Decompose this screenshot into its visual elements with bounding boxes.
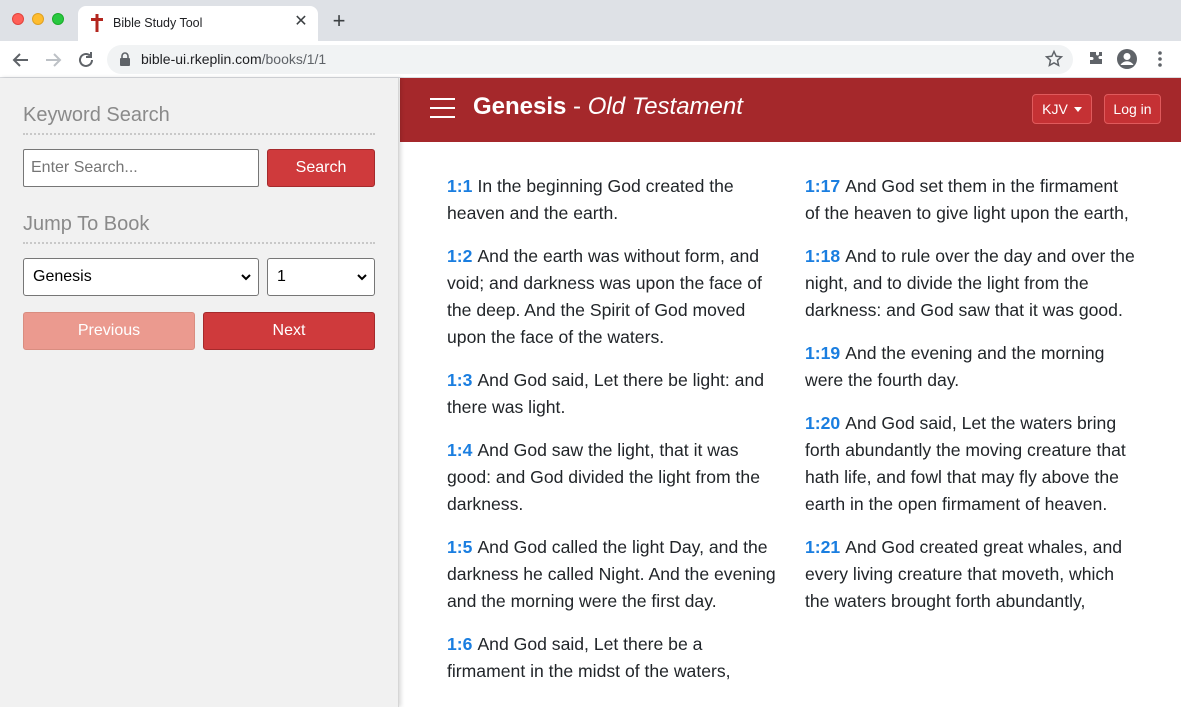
verse: 1:19 And the evening and the morning were… [805,340,1135,394]
bookmark-star-icon[interactable] [1044,49,1064,69]
page: Keyword Search Enter Search... Search Ju… [0,78,1181,707]
verse-column-right: 1:17 And God set them in the firmament of… [805,173,1135,631]
jump-to-book-heading: Jump To Book [23,213,375,244]
lock-icon [120,52,130,66]
verse-text: In the beginning God created the heaven … [447,176,734,223]
window-close-icon[interactable] [12,13,24,25]
verse-reference-link[interactable]: 1:21 [805,537,840,557]
previous-button[interactable]: Previous [23,312,195,350]
verse-text: And God created great whales, and every … [805,537,1123,611]
verse-reference-link[interactable]: 1:4 [447,440,472,460]
window-minimize-icon[interactable] [32,13,44,25]
back-icon[interactable] [10,49,32,71]
book-select[interactable]: Genesis [23,258,259,296]
book-header: Genesis - Old Testament KJV Log in [400,78,1181,142]
verse: 1:5 And God called the light Day, and the… [447,534,777,615]
cross-icon [91,14,103,32]
new-tab-icon[interactable]: + [329,10,349,32]
next-button[interactable]: Next [203,312,375,350]
window-zoom-icon[interactable] [52,13,64,25]
verse: 1:17 And God set them in the firmament of… [805,173,1135,227]
page-title: Genesis - Old Testament [473,93,743,121]
verse: 1:21 And God created great whales, and ev… [805,534,1135,615]
verse-text: And the earth was without form, and void… [447,246,762,347]
verse: 1:6 And God said, Let there be a firmamen… [447,631,777,685]
address-bar[interactable]: bible-ui.rkeplin.com/books/1/1 [107,45,1073,74]
tab-title: Bible Study Tool [113,16,203,30]
verse-reference-link[interactable]: 1:1 [447,176,472,196]
verse-text: And God set them in the firmament of the… [805,176,1129,223]
reload-icon[interactable] [75,49,97,71]
verse-column-left: 1:1 In the beginning God created the heav… [447,173,777,701]
search-button[interactable]: Search [267,149,375,187]
url-text: bible-ui.rkeplin.com/books/1/1 [141,51,326,67]
book-name: Genesis [473,93,567,120]
url-path: /books/1/1 [261,51,327,67]
verse: 1:18 And to rule over the day and over th… [805,243,1135,324]
sidebar: Keyword Search Enter Search... Search Ju… [0,78,399,707]
chapter-content: 1:1 In the beginning God created the heav… [400,142,1181,707]
browser-tab[interactable]: Bible Study Tool ✕ [78,6,318,41]
verse-text: And God said, Let there be a firmament i… [447,634,731,681]
chevron-down-icon [241,274,251,281]
extensions-icon[interactable] [1085,48,1107,70]
verse-reference-link[interactable]: 1:18 [805,246,840,266]
verse-reference-link[interactable]: 1:20 [805,413,840,433]
testament-name: Old Testament [587,93,743,120]
profile-avatar-icon[interactable] [1116,48,1138,70]
chapter-select-value: 1 [277,268,286,285]
chevron-down-icon [357,274,367,281]
chapter-select[interactable]: 1 [267,258,375,296]
verse-text: And God said, Let there be light: and th… [447,370,765,417]
browser-toolbar: bible-ui.rkeplin.com/books/1/1 [0,41,1181,78]
verse-text: And the evening and the morning were the… [805,343,1105,390]
browser-menu-icon[interactable] [1149,48,1171,70]
verse: 1:4 And God saw the light, that it was go… [447,437,777,518]
hamburger-menu-icon[interactable] [430,98,455,118]
verse-text: And God called the light Day, and the da… [447,537,776,611]
verse-text: And to rule over the day and over the ni… [805,246,1135,320]
verse-text: And God said, Let the waters bring forth… [805,413,1126,514]
verse: 1:3 And God said, Let there be light: and… [447,367,777,421]
verse-reference-link[interactable]: 1:19 [805,343,840,363]
version-dropdown[interactable]: KJV [1032,94,1092,124]
verse-reference-link[interactable]: 1:3 [447,370,472,390]
tab-close-icon[interactable]: ✕ [292,13,310,31]
verse: 1:2 And the earth was without form, and v… [447,243,777,351]
browser-tab-strip: Bible Study Tool ✕ + [0,0,1181,41]
url-host: bible-ui.rkeplin.com [141,51,262,67]
caret-down-icon [1073,107,1082,112]
book-select-value: Genesis [33,268,92,285]
login-button[interactable]: Log in [1104,94,1161,124]
verse-reference-link[interactable]: 1:6 [447,634,472,654]
search-input[interactable]: Enter Search... [23,149,259,187]
verse-reference-link[interactable]: 1:2 [447,246,472,266]
version-label: KJV [1042,101,1068,117]
keyword-search-heading: Keyword Search [23,104,375,135]
forward-icon[interactable] [42,49,64,71]
verse-reference-link[interactable]: 1:5 [447,537,472,557]
verse-text: And God saw the light, that it was good:… [447,440,760,514]
verse-reference-link[interactable]: 1:17 [805,176,840,196]
verse: 1:1 In the beginning God created the heav… [447,173,777,227]
title-separator: - [566,93,588,120]
verse: 1:20 And God said, Let the waters bring f… [805,410,1135,518]
